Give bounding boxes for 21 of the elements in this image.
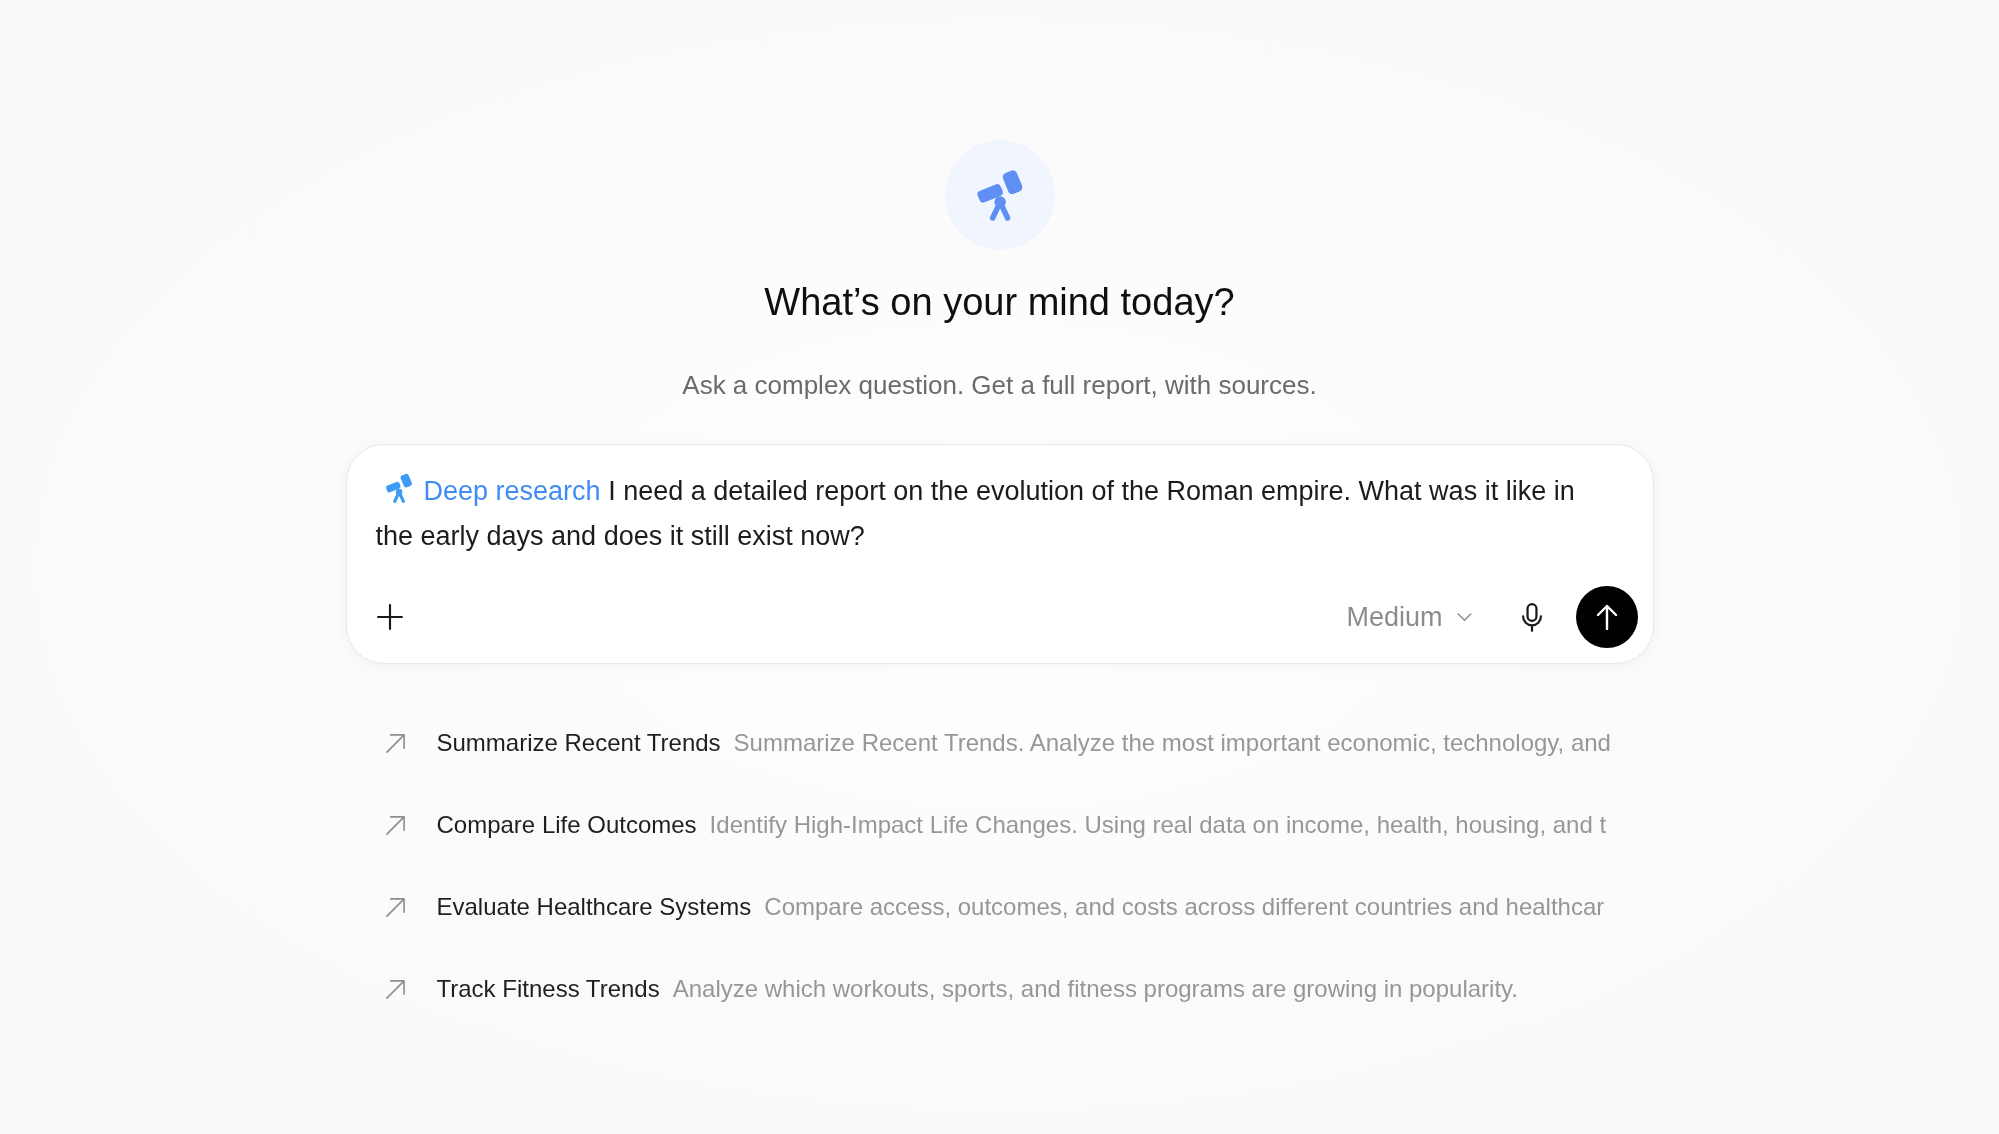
microphone-icon: [1521, 602, 1542, 632]
plus-icon: [376, 604, 403, 630]
arrow-up-right-icon: [384, 814, 406, 836]
suggestion-title[interactable]: Track Fitness Trends: [436, 974, 660, 1004]
page-subtitle: Ask a complex question. Get a full report, with sources.: [682, 369, 1317, 401]
add-button[interactable]: [375, 603, 404, 631]
arrow-up-right-icon: [384, 896, 406, 918]
suggestion-description: Compare access, outcomes, and costs across different countries and healthcar: [764, 892, 1605, 922]
arrow-up-icon: [1595, 604, 1618, 630]
arrow-up-right-icon: [384, 732, 406, 754]
suggestion-title[interactable]: Summarize Recent Trends: [436, 728, 721, 758]
suggestion-title[interactable]: Compare Life Outcomes: [436, 810, 697, 840]
suggestion-description: Summarize Recent Trends. Analyze the most important economic, technology, and: [733, 728, 1611, 758]
chevron-down-icon: [1456, 612, 1472, 622]
page-title: What’s on your mind today?: [764, 280, 1235, 325]
arrow-up-right-icon: [384, 978, 406, 1000]
suggestion-description: Analyze which workouts, sports, and fitness programs are growing in popularity.: [672, 974, 1518, 1004]
telescope-icon: [384, 473, 413, 503]
prompt-field[interactable]: Deep research I need a detailed report on the evolution of the Roman empire. What was it like in the early days and does it still exist now?: [375, 469, 1638, 559]
suggestion-description: Identify High-Impact Life Changes. Using real data on income, health, housing, and t: [709, 810, 1607, 840]
suggestion-title[interactable]: Evaluate Healthcare Systems: [436, 892, 752, 922]
